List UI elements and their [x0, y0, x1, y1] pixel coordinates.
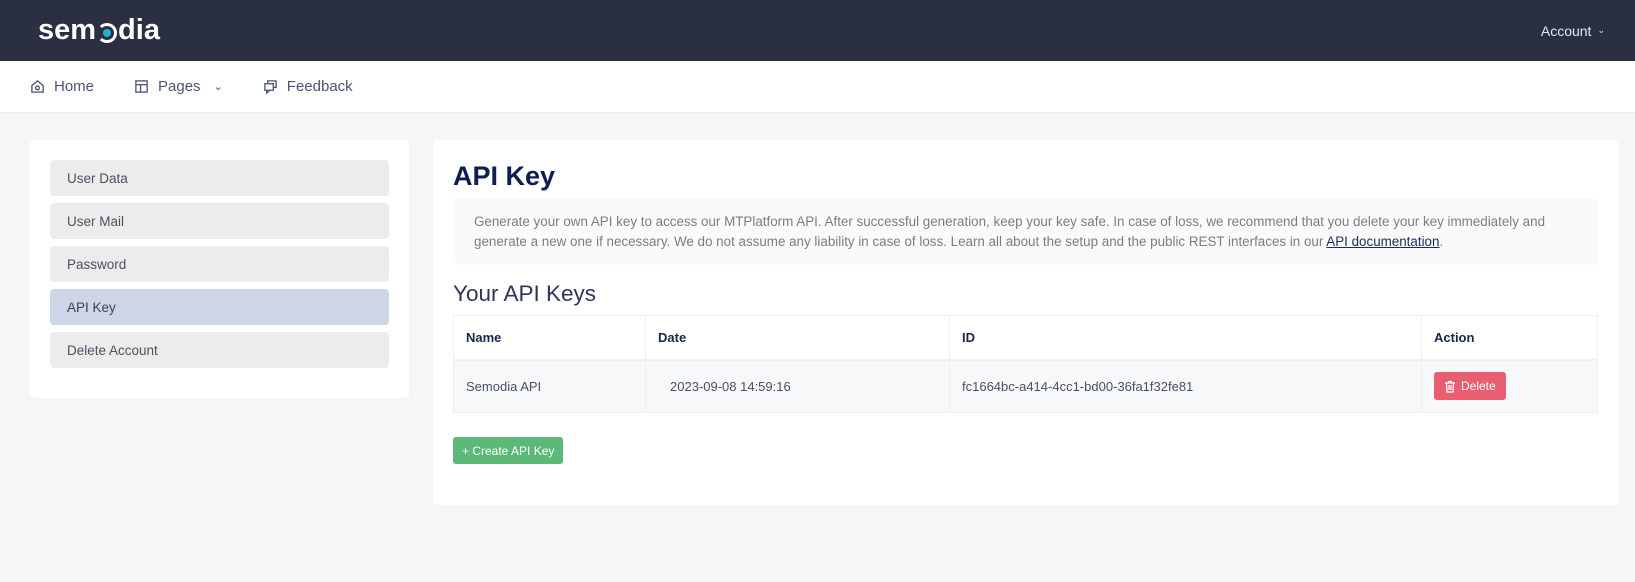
sidebar-item-password[interactable]: Password	[50, 246, 389, 282]
sidebar-item-user-mail[interactable]: User Mail	[50, 203, 389, 239]
api-keys-table: Name Date ID Action Semodia API 2023-09-…	[453, 315, 1598, 413]
main-panel: API Key Generate your own API key to acc…	[433, 140, 1618, 505]
logo-o-mark-icon	[97, 22, 118, 43]
chevron-down-icon: ⌄	[213, 81, 223, 93]
table-header-row: Name Date ID Action	[453, 315, 1598, 361]
cell-action: Delete	[1421, 359, 1598, 413]
trash-icon	[1445, 380, 1455, 393]
create-api-key-button[interactable]: + Create API Key	[453, 437, 564, 464]
column-header-action: Action	[1421, 315, 1598, 361]
table-row: Semodia API 2023-09-08 14:59:16 fc1664bc…	[453, 359, 1598, 413]
keys-heading: Your API Keys	[453, 281, 597, 306]
sidebar-item-delete-account[interactable]: Delete Account	[50, 332, 389, 368]
account-label: Account	[1540, 22, 1592, 39]
chat-icon	[264, 80, 277, 94]
main-nav: Home Pages ⌄ Feedback	[0, 61, 1635, 113]
logo-text-right: dia	[118, 14, 160, 46]
account-menu[interactable]: Account ⌄	[1541, 23, 1605, 39]
delete-key-button[interactable]: Delete	[1434, 372, 1506, 401]
column-header-date: Date	[645, 315, 950, 361]
sidebar-item-api-key[interactable]: API Key	[50, 289, 389, 325]
chevron-down-icon: ⌄	[1597, 25, 1605, 35]
settings-sidebar: User Data User Mail Password API Key Del…	[30, 140, 409, 398]
cell-id: fc1664bc-a414-4cc1-bd00-36fa1f32fe81	[949, 359, 1422, 413]
nav-feedback-label: Feedback	[286, 78, 353, 95]
nav-feedback[interactable]: Feedback	[263, 78, 353, 95]
top-bar: sem dia Account ⌄	[0, 0, 1635, 61]
cell-date: 2023-09-08 14:59:16	[645, 359, 950, 413]
nav-home-label: Home	[54, 78, 95, 95]
api-documentation-link[interactable]: API documentation	[1326, 234, 1439, 249]
home-icon	[31, 80, 44, 93]
logo-text-left: sem	[38, 14, 97, 46]
sidebar-item-user-data[interactable]: User Data	[50, 160, 389, 196]
column-header-id: ID	[949, 315, 1422, 361]
nav-home[interactable]: Home	[30, 78, 94, 95]
info-text-end: .	[1439, 233, 1444, 249]
nav-pages-label: Pages	[158, 78, 201, 95]
cell-name: Semodia API	[453, 359, 646, 413]
nav-pages[interactable]: Pages ⌄	[134, 78, 223, 95]
column-header-name: Name	[453, 315, 646, 361]
delete-label: Delete	[1461, 379, 1496, 394]
page-title: API Key	[453, 161, 556, 191]
info-box: Generate your own API key to access our …	[453, 198, 1598, 265]
layout-icon	[135, 80, 148, 93]
semodia-logo[interactable]: sem dia	[38, 14, 160, 47]
